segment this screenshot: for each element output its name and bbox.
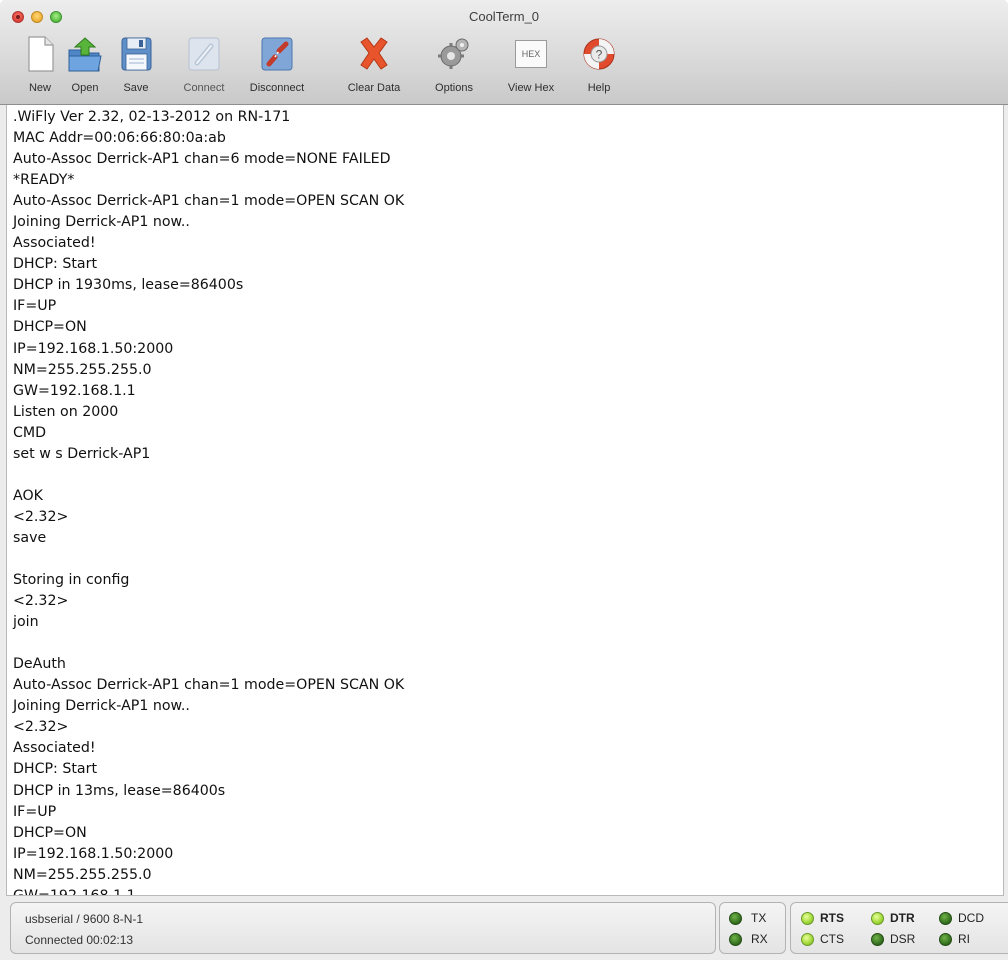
rx-led-icon <box>729 933 742 946</box>
rts-led-icon <box>801 912 814 925</box>
options-label: Options <box>435 82 473 94</box>
disconnect-button[interactable]: Disconnect <box>232 32 322 98</box>
dtr-led-icon <box>871 912 884 925</box>
options-button[interactable]: Options <box>424 32 484 98</box>
window-title: CoolTerm_0 <box>468 9 540 24</box>
toolbar: New Open Save Connect Disconnect Clear D… <box>0 32 1008 102</box>
help-button[interactable]: ? Help <box>576 32 622 98</box>
help-label: Help <box>587 82 611 94</box>
gear-icon <box>438 38 469 69</box>
connect-plug-icon <box>188 37 220 71</box>
ri-led-icon <box>939 933 952 946</box>
connect-button[interactable]: Connect <box>176 32 232 98</box>
view-hex-button[interactable]: HEX View Hex <box>496 32 566 98</box>
clear-x-icon <box>360 37 388 70</box>
clear-data-label: Clear Data <box>347 82 401 94</box>
rx-label: RX <box>751 932 768 946</box>
terminal-output[interactable]: .WiFly Ver 2.32, 02-13-2012 on RN-171 MA… <box>6 105 1004 896</box>
dsr-led-icon <box>871 933 884 946</box>
help-lifebuoy-icon: ? <box>583 38 615 70</box>
svg-text:?: ? <box>596 48 603 62</box>
new-button[interactable]: New <box>20 32 60 98</box>
cts-label: CTS <box>820 932 844 946</box>
disconnect-plug-icon <box>261 37 293 71</box>
status-bar: usbserial / 9600 8-N-1 Connected 00:02:1… <box>0 897 1008 960</box>
dcd-label: DCD <box>958 911 984 925</box>
hex-icon: HEX <box>515 40 547 68</box>
rts-label: RTS <box>820 911 844 925</box>
clear-data-button[interactable]: Clear Data <box>334 32 414 98</box>
terminal-text: .WiFly Ver 2.32, 02-13-2012 on RN-171 MA… <box>13 109 405 896</box>
open-button[interactable]: Open <box>64 32 106 98</box>
port-settings: usbserial / 9600 8-N-1 <box>25 912 144 926</box>
new-label: New <box>28 82 51 94</box>
view-hex-label: View Hex <box>507 82 555 94</box>
tx-label: TX <box>751 911 767 925</box>
save-disk-icon <box>121 37 152 71</box>
open-folder-icon <box>68 37 102 72</box>
connection-status: Connected 00:02:13 <box>25 933 134 947</box>
open-label: Open <box>71 82 99 94</box>
tx-led-icon <box>729 912 742 925</box>
save-label: Save <box>123 82 149 94</box>
ri-label: RI <box>958 932 970 946</box>
dsr-label: DSR <box>890 932 916 946</box>
dcd-led-icon <box>939 912 952 925</box>
connect-label: Connect <box>183 82 225 94</box>
title-bar: CoolTerm_0 New Open Save Connect Disconn… <box>0 0 1008 105</box>
connection-info-box: usbserial / 9600 8-N-1 Connected 00:02:1… <box>10 902 716 954</box>
save-button[interactable]: Save <box>114 32 158 98</box>
txrx-indicator-box: TX RX <box>719 902 786 954</box>
dtr-label: DTR <box>890 911 915 925</box>
disconnect-label: Disconnect <box>249 82 305 94</box>
handshake-indicator-box: RTS CTS DTR DSR DCD RI <box>790 902 1008 954</box>
new-document-icon <box>28 36 54 72</box>
app-window: CoolTerm_0 New Open Save Connect Disconn… <box>0 0 1008 960</box>
cts-led-icon <box>801 933 814 946</box>
